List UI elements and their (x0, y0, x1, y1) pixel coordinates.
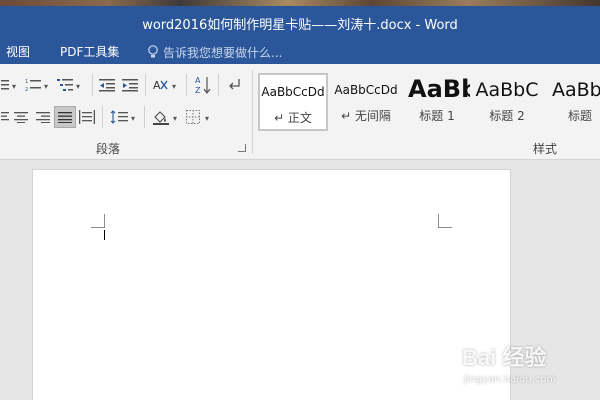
tell-me-search[interactable]: 告诉我您想要做什么... (163, 44, 282, 61)
svg-text:Z: Z (195, 86, 201, 95)
styles-group-label: 样式 (533, 142, 558, 156)
shading-dropdown-icon[interactable]: ▾ (173, 114, 177, 123)
tab-view[interactable]: 视图 (6, 43, 30, 60)
multilevel-list-icon[interactable] (56, 76, 74, 94)
bullets-dropdown-icon[interactable]: ▾ (12, 82, 16, 91)
align-right-icon[interactable] (34, 108, 52, 126)
lightbulb-icon (147, 44, 159, 60)
style-title[interactable]: AaBb 标题 (546, 73, 600, 131)
style-name: ↵ 无间隔 (341, 109, 391, 123)
distributed-icon[interactable] (78, 108, 96, 126)
watermark-url: jingyan.baidu.com (464, 374, 557, 385)
bullets-icon[interactable] (0, 76, 10, 94)
shading-icon[interactable] (151, 108, 171, 126)
divider (186, 74, 187, 96)
svg-text:1: 1 (25, 79, 28, 85)
style-heading-1[interactable]: AaBb 标题 1 (404, 73, 470, 131)
asian-layout-icon[interactable]: A (151, 76, 171, 94)
title-bar: word2016如何制作明星卡贴——刘涛十.docx - Word (0, 0, 600, 40)
divider (145, 74, 146, 96)
increase-indent-icon[interactable] (121, 76, 139, 94)
text-cursor (104, 230, 105, 240)
style-sample: AaBbC (475, 79, 539, 101)
tab-pdf-tools[interactable]: PDF工具集 (60, 43, 119, 60)
borders-icon[interactable] (184, 108, 202, 126)
group-divider (252, 70, 253, 154)
show-paragraph-marks-icon[interactable] (227, 76, 241, 94)
document-page[interactable] (32, 169, 511, 400)
style-name: 标题 1 (419, 109, 455, 123)
justify-icon[interactable] (54, 106, 76, 128)
divider (102, 106, 103, 128)
style-sample: AaBbCcDd (334, 83, 398, 97)
style-name: 标题 2 (489, 109, 525, 123)
style-name: ↵ 正文 (274, 111, 312, 125)
multilevel-dropdown-icon[interactable]: ▾ (76, 82, 80, 91)
style-sample: AaBbCcDd (261, 85, 325, 99)
style-sample: AaBb (408, 75, 470, 103)
divider (218, 74, 219, 96)
line-spacing-icon[interactable] (109, 108, 129, 126)
svg-text:A: A (153, 79, 161, 92)
style-heading-2[interactable]: AaBbC 标题 2 (474, 73, 540, 131)
style-no-spacing[interactable]: AaBbCcDd ↵ 无间隔 (332, 73, 400, 131)
sort-icon[interactable]: AZ (194, 74, 212, 96)
divider (92, 74, 93, 96)
baidu-watermark: Bai 经验 jingyan.baidu.com (462, 340, 594, 394)
style-normal[interactable]: AaBbCcDd ↵ 正文 (258, 73, 328, 131)
margin-corner-top-left (91, 214, 105, 228)
ribbon-tab-row: 视图 PDF工具集 告诉我您想要做什么... (0, 40, 600, 64)
align-left-icon[interactable] (0, 108, 10, 126)
window-title: word2016如何制作明星卡贴——刘涛十.docx - Word (142, 18, 458, 33)
decrease-indent-icon[interactable] (98, 76, 116, 94)
align-center-icon[interactable] (12, 108, 30, 126)
style-sample: AaBb (552, 79, 600, 101)
margin-corner-top-right (438, 214, 452, 228)
paragraph-dialog-launcher-icon[interactable] (238, 144, 246, 152)
numbering-icon[interactable]: 12 (24, 76, 42, 94)
watermark-logo: Bai 经验 (462, 345, 547, 370)
borders-dropdown-icon[interactable]: ▾ (205, 114, 209, 123)
style-name: 标题 (568, 109, 593, 123)
numbering-dropdown-icon[interactable]: ▾ (44, 82, 48, 91)
line-spacing-dropdown-icon[interactable]: ▾ (131, 114, 135, 123)
paragraph-group-label: 段落 (96, 142, 121, 156)
svg-text:2: 2 (25, 87, 28, 92)
divider (144, 106, 145, 128)
asian-layout-dropdown-icon[interactable]: ▾ (172, 82, 176, 91)
wallpaper-strip (0, 0, 600, 6)
svg-text:A: A (195, 76, 201, 85)
